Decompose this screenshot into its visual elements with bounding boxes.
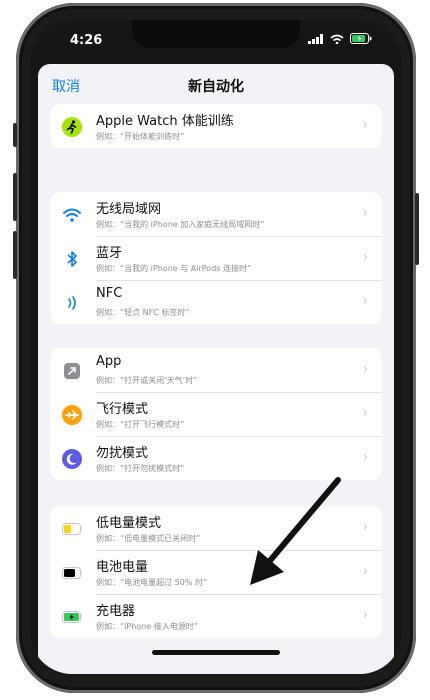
trigger-row-bluetooth[interactable]: 蓝牙 例如：“当我的 iPhone 与 AirPods 连接时” › [50,236,382,280]
trigger-example: 例如：“轻点 NFC 标签时” [96,308,190,317]
trigger-example: 例如：“当我的 iPhone 与 AirPods 连接时” [96,264,252,273]
trigger-label: 蓝牙 [96,246,123,261]
mute-switch [13,123,17,147]
chevron-right-icon: › [362,608,368,623]
trigger-row-apple-watch-workout[interactable]: Apple Watch 体能训练 例如：“开始体能训练时” › [50,104,382,148]
trigger-label: 电池电量 [96,560,149,575]
trigger-example: 例如：“电池电量超过 50% 时” [96,578,208,587]
trigger-group-connectivity: 无线局域网 例如：“当我的 iPhone 加入家庭无线局域网时” › 蓝牙 例如… [50,192,382,324]
trigger-example: 例如：“低电量模式已关闭时” [96,534,201,543]
trigger-row-wifi[interactable]: 无线局域网 例如：“当我的 iPhone 加入家庭无线局域网时” › [50,192,382,236]
workout-icon [62,117,82,137]
trigger-label: App [96,354,122,369]
trigger-example: 例如：“开始体能训练时” [96,132,185,141]
chevron-right-icon: › [362,406,368,421]
chevron-right-icon: › [362,294,368,309]
chevron-right-icon: › [362,250,368,265]
status-icons [308,33,372,44]
trigger-example: 例如：“打开飞行模式时” [96,420,185,429]
nav-bar: 取消 新自动化 [38,64,394,104]
trigger-label: 低电量模式 [96,516,162,531]
airplane-mode-icon [62,405,82,425]
trigger-example: 例如：“打开或关闭‘天气’时” [96,376,198,385]
chevron-right-icon: › [362,118,368,133]
status-time: 4:26 [70,33,103,48]
trigger-label: NFC [96,286,123,301]
volume-up-button [13,173,17,221]
home-indicator [152,650,280,655]
page-title: 新自动化 [188,79,244,95]
wifi-status-icon [330,34,344,44]
chevron-right-icon: › [362,520,368,535]
trigger-group-settings: App 例如：“打开或关闭‘天气’时” › 飞行模式 例如：“打开飞行模式时” … [50,348,382,480]
side-button [415,193,419,265]
battery-status-icon [350,33,372,44]
chevron-right-icon: › [362,362,368,377]
app-icon [62,361,82,381]
phone-screen: 4:26 取消 新自动化 Apple Watch 体能训练 例如：“开始体能训练… [30,20,402,674]
trigger-example: 例如：“当我的 iPhone 加入家庭无线局域网时” [96,220,265,229]
trigger-group-battery: 低电量模式 例如：“低电量模式已关闭时” › 电池电量 例如：“电池电量超过 5… [50,506,382,638]
trigger-row-app[interactable]: App 例如：“打开或关闭‘天气’时” › [50,348,382,392]
chevron-right-icon: › [362,206,368,221]
trigger-label: 飞行模式 [96,402,149,417]
trigger-row-low-power-mode[interactable]: 低电量模式 例如：“低电量模式已关闭时” › [50,506,382,550]
notch [132,20,300,48]
trigger-row-nfc[interactable]: NFC 例如：“轻点 NFC 标签时” › [50,280,382,324]
trigger-example: 例如：“打开勿扰模式时” [96,464,185,473]
new-automation-sheet: 取消 新自动化 Apple Watch 体能训练 例如：“开始体能训练时” › [38,64,394,674]
trigger-row-do-not-disturb[interactable]: 勿扰模式 例如：“打开勿扰模式时” › [50,436,382,480]
charger-icon [62,607,82,627]
trigger-label: 无线局域网 [96,202,162,217]
trigger-label: 勿扰模式 [96,446,149,461]
trigger-row-charger[interactable]: 充电器 例如：“iPhone 接入电源时” › [50,594,382,638]
low-power-battery-icon [62,519,82,539]
trigger-label: Apple Watch 体能训练 [96,114,234,129]
bluetooth-icon [62,249,82,269]
wifi-icon [62,205,82,225]
trigger-example: 例如：“iPhone 接入电源时” [96,622,198,631]
cellular-signal-icon [308,33,323,44]
volume-down-button [13,231,17,279]
trigger-row-airplane-mode[interactable]: 飞行模式 例如：“打开飞行模式时” › [50,392,382,436]
battery-level-icon [62,563,82,583]
trigger-group-watch: Apple Watch 体能训练 例如：“开始体能训练时” › [50,104,382,148]
nfc-icon [62,293,82,313]
trigger-row-battery-level[interactable]: 电池电量 例如：“电池电量超过 50% 时” › [50,550,382,594]
do-not-disturb-icon [62,449,82,469]
trigger-label: 充电器 [96,604,136,619]
chevron-right-icon: › [362,450,368,465]
chevron-right-icon: › [362,564,368,579]
